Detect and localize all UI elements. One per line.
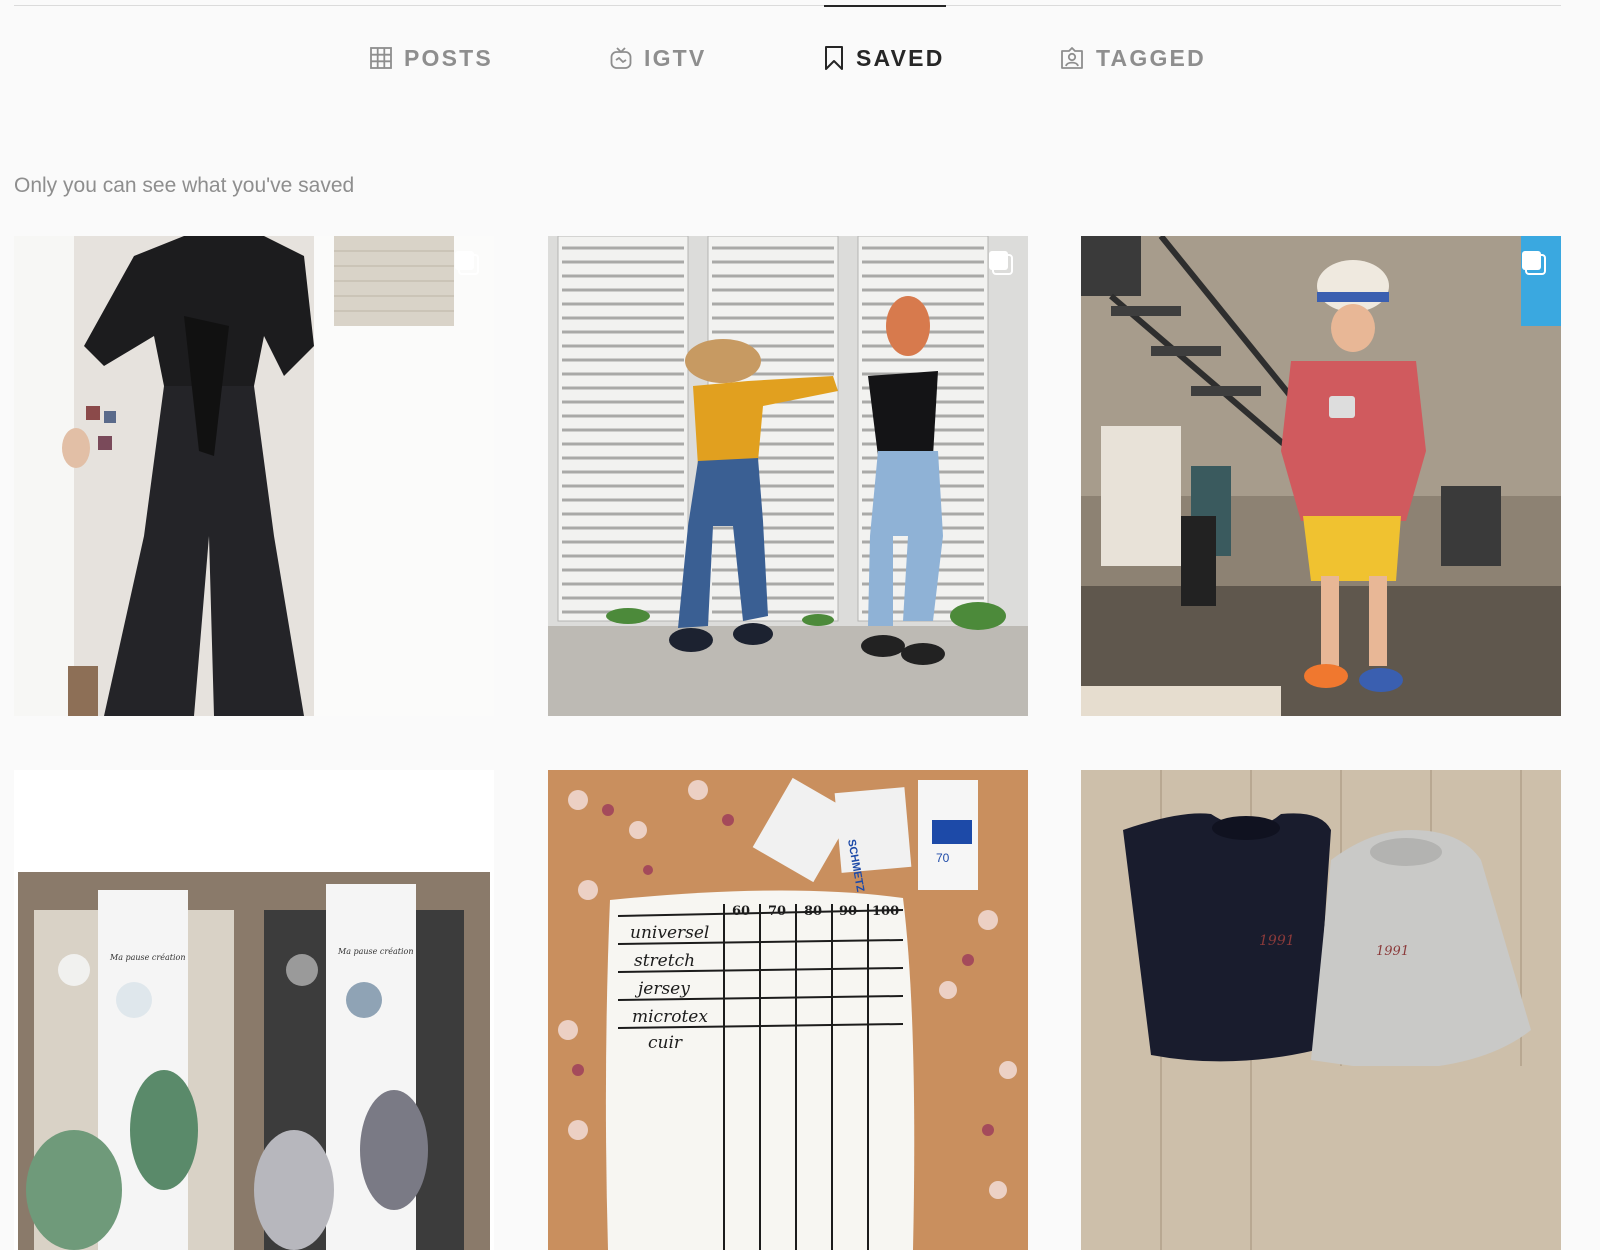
post-image — [548, 236, 1028, 716]
size-label: 90 — [839, 904, 857, 919]
size-label: 80 — [804, 904, 822, 919]
needle-pack-size-text: 70 — [936, 851, 950, 865]
size-label: 70 — [768, 904, 786, 919]
sweatshirt-print-text: 1991 — [1376, 944, 1409, 959]
row-label: cuir — [648, 1033, 683, 1053]
igtv-icon — [610, 46, 632, 70]
tab-tagged-label: TAGGED — [1096, 44, 1206, 71]
sweatshirt-print-text: 1991 — [1259, 933, 1295, 949]
saved-post-pacifier-boxes[interactable]: Ma pause création Ma pause création — [14, 770, 494, 1250]
multi-photo-icon — [1521, 250, 1547, 276]
row-label: universel — [630, 923, 709, 943]
post-image — [1081, 236, 1561, 716]
tab-posts-label: POSTS — [404, 44, 493, 71]
bookmark-icon — [824, 46, 844, 70]
row-label: stretch — [634, 951, 695, 971]
tab-posts[interactable]: POSTS — [370, 40, 493, 76]
saved-post-kids-shutters[interactable] — [548, 236, 1028, 716]
tab-saved[interactable]: SAVED — [824, 40, 945, 76]
multi-photo-icon — [988, 250, 1014, 276]
saved-post-jumpsuit[interactable] — [14, 236, 494, 716]
post-image — [14, 236, 494, 716]
tab-saved-label: SAVED — [856, 44, 945, 71]
row-label: microtex — [632, 1007, 708, 1027]
saved-privacy-notice: Only you can see what you've saved — [14, 174, 355, 197]
size-label: 100 — [872, 904, 899, 919]
saved-post-sweatshirts[interactable]: 1991 1991 — [1081, 770, 1561, 1250]
active-tab-indicator — [824, 5, 946, 7]
tab-igtv[interactable]: IGTV — [610, 40, 706, 76]
post-image: Ma pause création Ma pause création — [14, 770, 494, 1250]
tagged-icon — [1060, 46, 1084, 70]
saved-post-girl-phone[interactable] — [1081, 236, 1561, 716]
multi-photo-icon — [454, 250, 480, 276]
grid-icon — [370, 47, 392, 69]
post-image: SCHMETZ 70 60 70 80 90 100 universel str… — [548, 770, 1028, 1250]
profile-tabs: POSTS IGTV SAVED TAGGED — [0, 40, 1600, 76]
box-label-text: Ma pause création — [337, 947, 413, 956]
profile-divider — [14, 5, 1561, 6]
saved-post-pincushion[interactable]: SCHMETZ 70 60 70 80 90 100 universel str… — [548, 770, 1028, 1250]
tab-igtv-label: IGTV — [644, 44, 707, 71]
size-label: 60 — [732, 904, 750, 919]
row-label: jersey — [634, 979, 690, 999]
tab-tagged[interactable]: TAGGED — [1060, 40, 1206, 76]
box-label-text: Ma pause création — [109, 953, 185, 962]
post-image: 1991 1991 — [1081, 770, 1561, 1250]
